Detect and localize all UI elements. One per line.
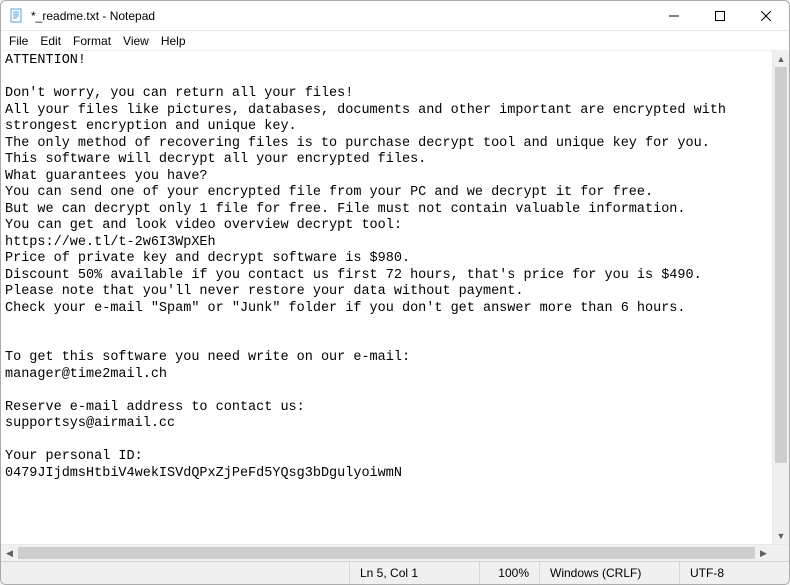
vertical-scroll-track[interactable] (773, 67, 789, 527)
editor-scroll-area: ATTENTION! Don't worry, you can return a… (1, 50, 789, 544)
vertical-scroll-thumb[interactable] (775, 67, 787, 463)
notepad-app-icon (9, 8, 25, 24)
status-line-col: Ln 5, Col 1 (349, 562, 479, 584)
status-encoding: UTF-8 (679, 562, 789, 584)
scrollbar-corner (772, 545, 789, 562)
scroll-up-arrow-icon[interactable]: ▲ (773, 50, 790, 67)
vertical-scrollbar[interactable]: ▲ ▼ (772, 50, 789, 544)
status-eol: Windows (CRLF) (539, 562, 679, 584)
menubar: File Edit Format View Help (1, 31, 789, 50)
menu-help[interactable]: Help (155, 33, 192, 49)
titlebar[interactable]: *_readme.txt - Notepad (1, 1, 789, 31)
status-spacer (1, 562, 349, 584)
status-zoom: 100% (479, 562, 539, 584)
window-title: *_readme.txt - Notepad (31, 9, 155, 23)
close-button[interactable] (743, 1, 789, 31)
horizontal-scrollbar[interactable]: ◀ ▶ (1, 544, 789, 561)
maximize-button[interactable] (697, 1, 743, 31)
menu-view[interactable]: View (117, 33, 155, 49)
scroll-down-arrow-icon[interactable]: ▼ (773, 527, 790, 544)
text-editor-area[interactable]: ATTENTION! Don't worry, you can return a… (1, 50, 772, 544)
menu-file[interactable]: File (3, 33, 34, 49)
horizontal-scroll-track[interactable] (18, 545, 755, 561)
horizontal-scroll-thumb[interactable] (18, 547, 755, 559)
menu-format[interactable]: Format (67, 33, 117, 49)
menu-edit[interactable]: Edit (34, 33, 67, 49)
statusbar: Ln 5, Col 1 100% Windows (CRLF) UTF-8 (1, 561, 789, 584)
minimize-button[interactable] (651, 1, 697, 31)
scroll-right-arrow-icon[interactable]: ▶ (755, 545, 772, 562)
notepad-window: *_readme.txt - Notepad File Edit Format … (0, 0, 790, 585)
scroll-left-arrow-icon[interactable]: ◀ (1, 545, 18, 562)
